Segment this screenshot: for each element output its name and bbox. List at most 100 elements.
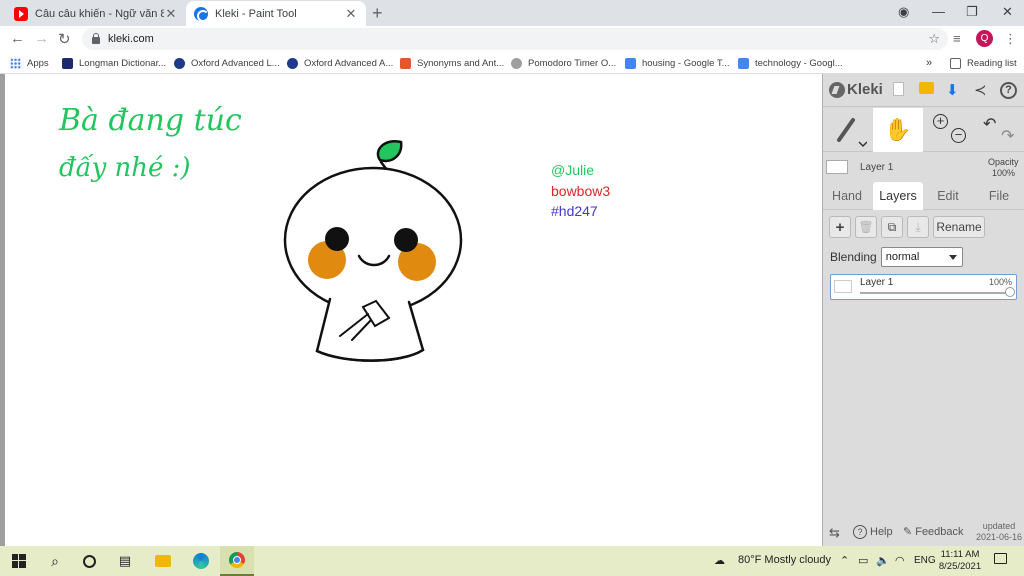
updated-label: updated [982,521,1016,531]
merge-down-icon: ⤓ [915,219,921,234]
bookmark-oxford-2[interactable]: Oxford Advanced A... [287,56,393,70]
bookmark-star-icon[interactable]: ☆ [928,31,940,47]
duplicate-layer-button[interactable]: ⧉ [881,216,903,238]
add-layer-button[interactable]: + [829,216,851,238]
watermark-bowbow3: bowbow3 [551,183,611,199]
tab-edit[interactable]: Edit [925,182,971,210]
help-icon: ? [853,525,867,539]
feedback-link[interactable]: ✎ Feedback [903,525,964,539]
clock-date: 8/25/2021 [938,561,982,572]
tab-youtube[interactable]: Câu câu khiến - Ngữ văn 8 - Cô H ✕ [6,1,186,26]
edge-button[interactable] [184,546,218,576]
bookmark-synonyms[interactable]: Synonyms and Ant... [400,56,504,70]
volume-icon[interactable]: 🔈 [876,554,890,567]
new-tab-button[interactable]: + [372,3,383,24]
bookmark-longman[interactable]: Longman Dictionar... [62,56,166,70]
url-text: kleki.com [108,33,154,45]
zoom-in-icon[interactable]: + [933,114,948,129]
close-window-button[interactable]: ✕ [1002,4,1013,20]
sprout-leaf [376,139,403,163]
bookmark-oxford-1[interactable]: Oxford Advanced L... [174,56,280,70]
address-bar[interactable]: kleki.com ☆ [82,28,948,50]
share-icon[interactable]: ≺ [974,81,987,99]
tab-layers[interactable]: Layers [873,182,923,210]
new-image-icon[interactable] [893,82,904,100]
bookmark-label: Longman Dictionar... [79,57,167,69]
layer-thumbnail [826,160,848,174]
language-indicator[interactable]: ENG [914,555,936,566]
blending-select[interactable]: normal [880,247,963,267]
kleki-logo[interactable]: Kleki [829,81,883,98]
bookmark-label: Oxford Advanced L... [191,57,280,69]
google-docs-icon [738,57,749,69]
network-icon[interactable]: ▭ [858,554,868,567]
youtube-icon [14,6,28,21]
reading-list-button[interactable]: Reading list [950,56,1017,70]
close-tab-icon[interactable]: ✕ [344,6,358,22]
help-link[interactable]: ? Help [853,525,893,539]
panel-tabs: Hand Layers Edit File [823,182,1024,210]
bookmark-housing[interactable]: housing - Google T... [625,56,730,70]
delete-layer-button[interactable]: 🗑 [855,216,877,238]
blending-label: Blending [830,250,877,264]
help-icon[interactable]: ? [1000,80,1017,99]
zoom-out-icon[interactable]: − [951,128,966,143]
updated-info[interactable]: updated 2021-06-16 [973,521,1024,543]
task-view-button[interactable]: ▤ [108,546,142,576]
opacity-value: 100% [992,168,1016,178]
swap-side-icon[interactable]: ⇆ [829,525,840,541]
forward-button[interactable]: → [34,30,49,47]
reload-button[interactable]: ↻ [58,30,71,48]
tab-hand[interactable]: Hand [823,182,871,210]
more-bookmarks-icon[interactable]: » [926,56,932,70]
layer-opacity-slider[interactable] [860,292,1010,294]
restore-button[interactable]: ❐ [966,4,978,20]
folder-icon [155,555,171,567]
tab-kleki[interactable]: Kleki - Paint Tool ✕ [186,1,366,26]
open-folder-icon[interactable] [919,81,934,98]
current-layer-preview: Layer 1 Opacity 100% [823,153,1024,181]
download-icon[interactable]: ⬇ [946,81,959,99]
feedback-icon: ✎ [903,526,913,538]
media-control-icon[interactable]: ≡ [953,31,961,46]
rename-layer-button[interactable]: Rename [933,216,985,238]
profile-menu-icon[interactable]: ◉ [898,4,909,20]
drawing-canvas[interactable]: Bà đang túc đấy nhé :) @Julie bowbow3 #h… [0,74,822,546]
merge-down-button[interactable]: ⤓ [907,216,929,238]
oxford-icon [287,57,298,69]
undo-icon[interactable]: ↶ [983,114,996,134]
help-label: Help [870,526,893,538]
notifications-icon[interactable] [994,553,1007,567]
layer-list-item[interactable]: Layer 1 100% [830,274,1017,300]
handwriting-line-1: Bà đang túc [58,103,242,138]
search-button[interactable]: ⌕ [38,546,72,576]
bookmark-pomodoro[interactable]: Pomodoro Timer O... [511,56,616,70]
timer-icon [511,57,522,69]
weather-icon[interactable]: ☁ [714,554,725,567]
chrome-button[interactable] [220,546,254,576]
thesaurus-icon [400,57,411,69]
wifi-icon[interactable]: ◠ [895,554,905,567]
brush-tool[interactable] [823,108,871,152]
clock[interactable]: 11:11 AM 8/25/2021 [938,549,982,573]
file-explorer-button[interactable] [146,546,180,576]
updated-date: 2021-06-16 [975,532,1023,542]
start-button[interactable] [2,546,36,576]
layer-opacity-slider-handle[interactable] [1005,287,1015,297]
weather-widget[interactable]: 80°F Mostly cloudy [738,554,831,566]
back-button[interactable]: ← [10,30,25,47]
minimize-button[interactable]: — [932,4,945,19]
windows-taskbar: ⌕ ▤ ☁ 80°F Mostly cloudy ⌃ ▭ 🔈 ◠ ENG 11:… [0,546,1024,576]
character-drawing [283,139,463,362]
close-tab-icon[interactable]: ✕ [164,6,178,22]
kebab-menu-icon[interactable]: ⋮ [1004,31,1017,47]
hand-tool[interactable]: ✋ [873,108,923,152]
zoom-tool[interactable]: + − [927,108,973,152]
bookmark-technology[interactable]: technology - Googl... [738,56,843,70]
bookmark-apps[interactable]: Apps [10,56,49,70]
redo-icon[interactable]: ↷ [1001,126,1014,146]
avatar[interactable]: Q [976,30,993,47]
cortana-button[interactable] [72,546,106,576]
show-hidden-icons[interactable]: ⌃ [840,554,849,567]
tab-file[interactable]: File [975,182,1023,210]
